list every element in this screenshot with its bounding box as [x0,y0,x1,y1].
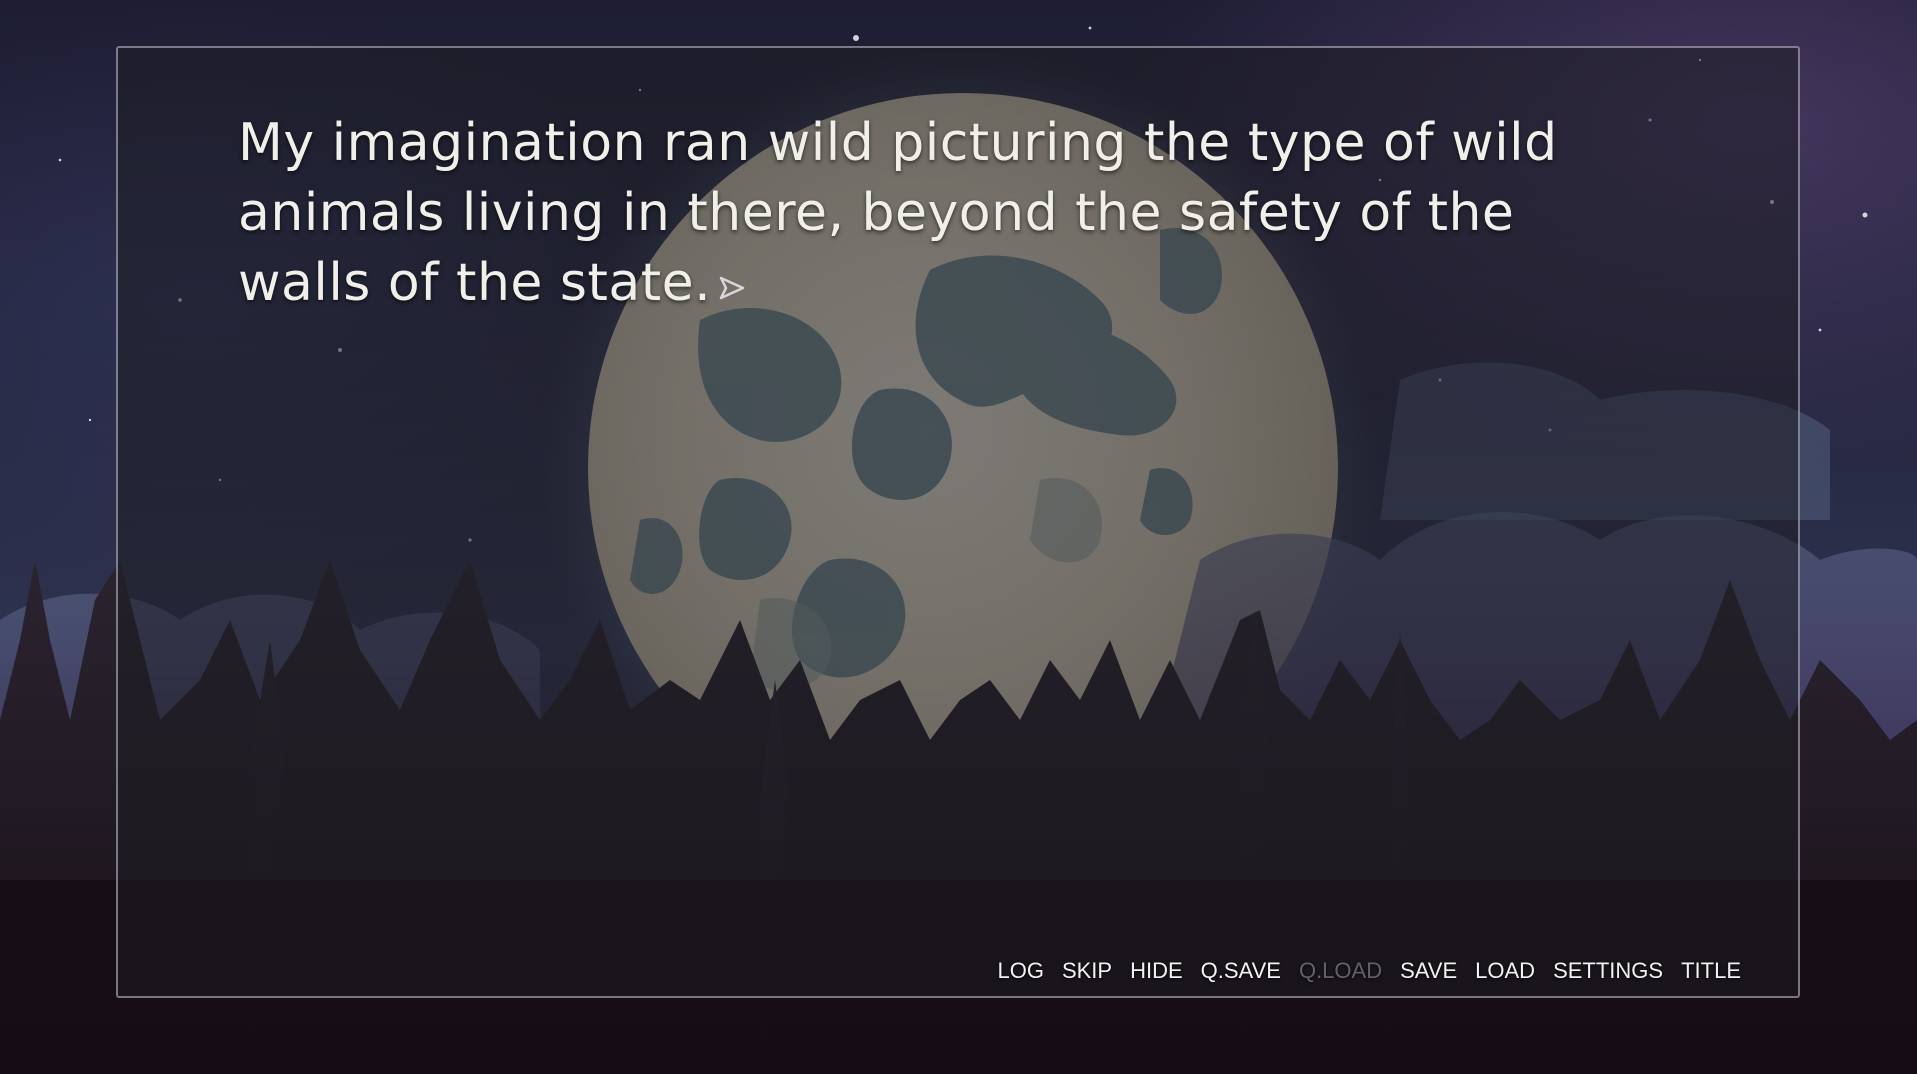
settings-button[interactable]: SETTINGS [1544,954,1672,988]
game-screen[interactable]: My imagination ran wild picturing the ty… [0,0,1917,1074]
skip-button[interactable]: SKIP [1053,954,1121,988]
hide-button[interactable]: HIDE [1121,954,1192,988]
load-button[interactable]: LOAD [1466,954,1544,988]
log-button[interactable]: LOG [988,954,1052,988]
title-button[interactable]: TITLE [1672,954,1750,988]
dialogue-text: My imagination ran wild picturing the ty… [238,113,1558,313]
ctc-arrow-icon [719,276,745,300]
dialogue-text-block: My imagination ran wild picturing the ty… [238,108,1618,318]
quick-save-button[interactable]: Q.SAVE [1192,954,1290,988]
dialogue-window[interactable]: My imagination ran wild picturing the ty… [116,46,1800,998]
save-button[interactable]: SAVE [1391,954,1466,988]
quick-load-button[interactable]: Q.LOAD [1290,954,1391,988]
quick-menu: LOG SKIP HIDE Q.SAVE Q.LOAD SAVE LOAD SE… [988,954,1750,988]
